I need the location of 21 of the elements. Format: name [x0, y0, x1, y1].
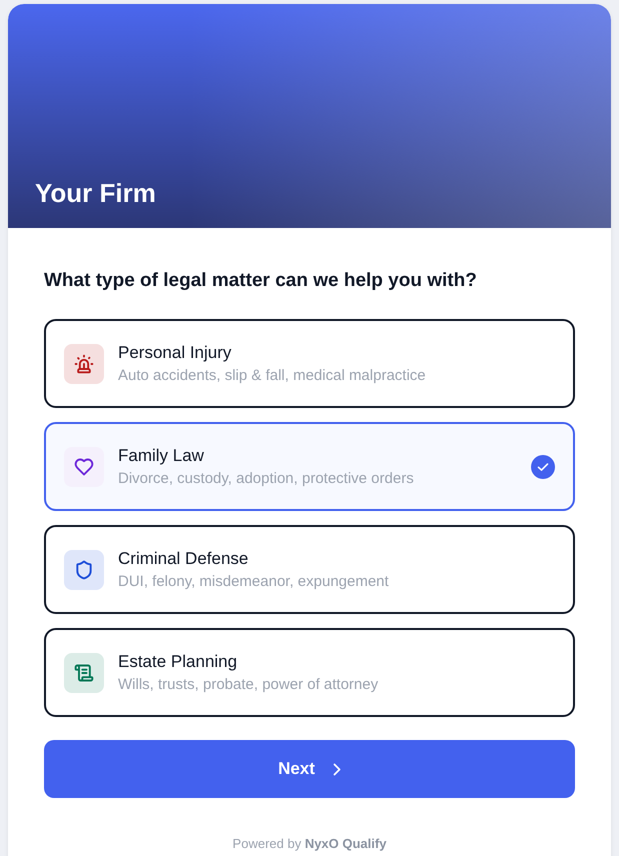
scroll-icon	[64, 652, 104, 692]
firm-name: Your Firm	[35, 177, 156, 209]
powered-by-text: Powered by NyxO Qualify	[232, 836, 388, 852]
option-title: Estate Planning	[118, 650, 238, 672]
option-description: Wills, trusts, probate, power of attorney	[118, 674, 380, 694]
option-title: Personal Injury	[118, 342, 232, 364]
shield-icon	[64, 550, 104, 590]
siren-icon	[64, 344, 104, 384]
check-icon	[531, 454, 555, 478]
option-card[interactable]: Criminal Defense DUI, felony, misdemeanor, expungement	[44, 525, 575, 614]
chevron-icon	[332, 762, 341, 776]
option-card[interactable]: Family Law Divorce, custody, adoption, protective orders	[44, 422, 575, 511]
option-card[interactable]: Estate Planning Wills, trusts, probate, power of attorney	[44, 628, 575, 717]
option-title: Criminal Defense	[118, 548, 250, 570]
option-title: Family Law	[118, 444, 205, 466]
option-description: Auto accidents, slip & fall, medical malpractice	[118, 366, 427, 386]
option-card[interactable]: Personal Injury Auto accidents, slip & fall, medical malpractice	[44, 319, 575, 408]
option-description: DUI, felony, misdemeanor, expungement	[118, 572, 390, 592]
next-button[interactable]: Next	[44, 740, 575, 798]
question-heading: What type of legal matter can we help you with?	[44, 269, 478, 293]
option-description: Divorce, custody, adoption, protective orders	[118, 468, 415, 488]
